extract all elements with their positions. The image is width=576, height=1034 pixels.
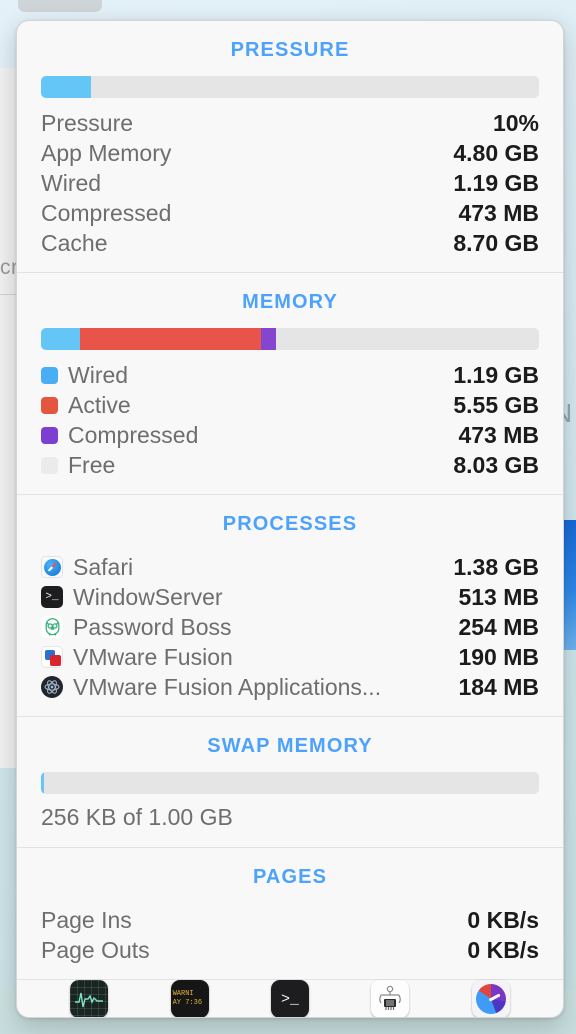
process-row[interactable]: VMware Fusion 190 MB bbox=[41, 642, 539, 672]
memory-bar-compressed bbox=[260, 328, 277, 350]
section-pressure: PRESSURE Pressure 10% App Memory 4.80 GB… bbox=[17, 21, 563, 273]
process-name: VMware Fusion Applications... bbox=[73, 673, 382, 700]
toolbar-slot: >_ bbox=[240, 980, 340, 1017]
stat-value: 473 MB bbox=[458, 199, 539, 226]
stat-value: 10% bbox=[492, 109, 539, 136]
stat-row: Compressed 473 MB bbox=[41, 198, 539, 228]
stat-row: Cache 8.70 GB bbox=[41, 228, 539, 258]
memory-bar-free bbox=[276, 328, 539, 350]
vmware-icon bbox=[41, 646, 63, 668]
stat-label: Wired bbox=[41, 169, 102, 196]
process-memory: 184 MB bbox=[458, 673, 539, 700]
console-icon[interactable]: WARNI AY 7:36 bbox=[170, 980, 209, 1017]
stat-value: 8.70 GB bbox=[453, 229, 539, 256]
toolbar-slot: WARNI AY 7:36 bbox=[139, 980, 239, 1017]
pressure-bar-track bbox=[90, 76, 539, 98]
stat-row: Pressure 10% bbox=[41, 108, 539, 138]
legend-swatch-active bbox=[41, 396, 58, 414]
console-line-2: AY 7:36 bbox=[172, 999, 203, 1007]
swap-caption: 256 KB of 1.00 GB bbox=[41, 804, 233, 830]
terminal-icon: >_ bbox=[41, 586, 63, 608]
toolbar-slot bbox=[340, 980, 440, 1017]
hardware-icon[interactable] bbox=[371, 980, 410, 1017]
legend-value: 1.19 GB bbox=[453, 361, 539, 388]
stat-label: Page Outs bbox=[41, 936, 150, 963]
swap-bar-track bbox=[43, 772, 539, 794]
section-swap-memory: SWAP MEMORY 256 KB of 1.00 GB bbox=[17, 717, 563, 848]
toolbar-slot bbox=[39, 980, 139, 1017]
process-row[interactable]: Password Boss 254 MB bbox=[41, 612, 539, 642]
section-title-pages: PAGES bbox=[252, 866, 328, 888]
background-blue-band bbox=[562, 520, 576, 650]
legend-row: Free 8.03 GB bbox=[41, 450, 539, 480]
process-name: WindowServer bbox=[73, 583, 223, 610]
stat-value: 1.19 GB bbox=[453, 169, 539, 196]
background-divider bbox=[0, 294, 17, 295]
menu-bar-pill bbox=[18, 0, 102, 12]
stat-label: Compressed bbox=[41, 199, 172, 226]
process-name: Safari bbox=[73, 553, 134, 580]
swap-bar bbox=[41, 772, 539, 794]
process-memory: 190 MB bbox=[458, 643, 539, 670]
pressure-bar-used bbox=[41, 76, 91, 98]
section-pages: PAGES Page Ins 0 KB/s Page Outs 0 KB/s bbox=[17, 848, 563, 979]
stat-label: Page Ins bbox=[41, 906, 132, 933]
memory-bar-active bbox=[79, 328, 261, 350]
legend-label: Compressed bbox=[68, 421, 199, 448]
stat-label: Pressure bbox=[41, 109, 134, 136]
memory-bar bbox=[41, 328, 539, 350]
process-memory: 513 MB bbox=[458, 583, 539, 610]
terminal-icon[interactable]: >_ bbox=[271, 980, 310, 1017]
memory-stats-popover: PRESSURE Pressure 10% App Memory 4.80 GB… bbox=[16, 20, 564, 1018]
stat-row: Wired 1.19 GB bbox=[41, 168, 539, 198]
safari-icon bbox=[41, 556, 63, 578]
section-title-memory: MEMORY bbox=[242, 291, 338, 313]
pressure-bar bbox=[41, 76, 539, 98]
section-title-pressure: PRESSURE bbox=[230, 39, 350, 61]
section-memory: MEMORY Wired 1.19 GB Active 5.55 GB Comp… bbox=[17, 273, 563, 495]
process-name: Password Boss bbox=[73, 613, 232, 640]
toolbar-slot bbox=[441, 980, 541, 1017]
stat-value: 0 KB/s bbox=[467, 906, 539, 933]
process-memory: 1.38 GB bbox=[453, 553, 539, 580]
legend-label: Free bbox=[68, 451, 116, 478]
legend-swatch-free bbox=[41, 456, 58, 474]
legend-value: 473 MB bbox=[458, 421, 539, 448]
legend-row: Compressed 473 MB bbox=[41, 420, 539, 450]
process-row[interactable]: VMware Fusion Applications... 184 MB bbox=[41, 672, 539, 702]
owl-icon bbox=[41, 616, 63, 638]
activity-monitor-icon[interactable] bbox=[70, 980, 109, 1017]
legend-value: 5.55 GB bbox=[453, 391, 539, 418]
process-memory: 254 MB bbox=[458, 613, 539, 640]
legend-row: Wired 1.19 GB bbox=[41, 360, 539, 390]
stat-value: 4.80 GB bbox=[453, 139, 539, 166]
stat-row: Page Outs 0 KB/s bbox=[41, 935, 539, 965]
gauge-icon[interactable] bbox=[471, 980, 510, 1017]
legend-swatch-wired bbox=[41, 366, 58, 384]
process-name: VMware Fusion bbox=[73, 643, 233, 670]
legend-row: Active 5.55 GB bbox=[41, 390, 539, 420]
legend-label: Active bbox=[68, 391, 131, 418]
console-line-1: WARNI bbox=[172, 989, 194, 998]
legend-label: Wired bbox=[68, 361, 129, 388]
popover-toolbar: WARNI AY 7:36 >_ bbox=[17, 979, 563, 1017]
section-title-processes: PROCESSES bbox=[222, 513, 358, 535]
process-row[interactable]: >_ WindowServer 513 MB bbox=[41, 582, 539, 612]
stat-label: App Memory bbox=[41, 139, 172, 166]
stat-row: Page Ins 0 KB/s bbox=[41, 905, 539, 935]
terminal-prompt-glyph: >_ bbox=[281, 990, 300, 1008]
process-row[interactable]: Safari 1.38 GB bbox=[41, 552, 539, 582]
section-title-swap-memory: SWAP MEMORY bbox=[207, 735, 373, 757]
legend-swatch-compressed bbox=[41, 426, 58, 444]
memory-bar-wired bbox=[41, 328, 80, 350]
stat-row: App Memory 4.80 GB bbox=[41, 138, 539, 168]
stat-value: 0 KB/s bbox=[467, 936, 539, 963]
electron-icon bbox=[41, 676, 63, 698]
legend-value: 8.03 GB bbox=[453, 451, 539, 478]
stat-label: Cache bbox=[41, 229, 108, 256]
section-processes: PROCESSES Safari 1.38 GB >_ WindowServer… bbox=[17, 495, 563, 717]
